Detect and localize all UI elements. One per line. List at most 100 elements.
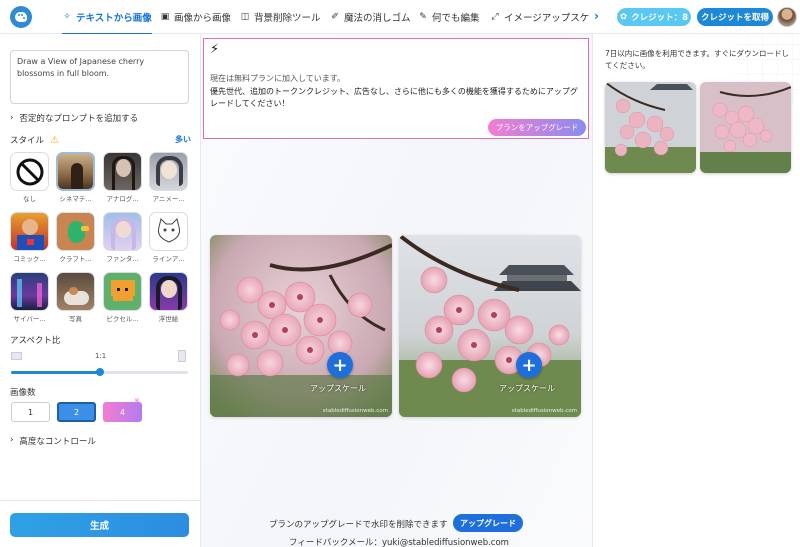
image-icon: ▣ <box>160 12 170 22</box>
avatar[interactable] <box>777 7 797 27</box>
settings-panel: Draw a View of Japanese cherry blossoms … <box>0 34 201 547</box>
eraser-icon: ✐ <box>331 12 339 22</box>
style-thumbnail <box>56 212 95 251</box>
get-credits-button[interactable]: クレジットを取得 <box>697 8 773 26</box>
tab-label: イメージアップスケ <box>504 13 590 24</box>
style-name: ラインア... <box>152 255 185 263</box>
style-name: アナログ... <box>106 195 139 203</box>
style-thumbnail <box>10 272 49 311</box>
prompt-input[interactable]: Draw a View of Japanese cherry blossoms … <box>10 50 189 104</box>
style-option-fantasy[interactable]: ファンタ... <box>103 212 142 263</box>
tab-label: 何でも編集 <box>432 13 480 24</box>
style-thumbnail <box>56 152 95 191</box>
tab-background-remover[interactable]: ◫ 背景削除ツール <box>240 0 321 34</box>
negative-prompt-label: 否定的なプロンプトを追加する <box>19 114 139 124</box>
upscale-plus-button[interactable]: + <box>516 352 542 378</box>
more-styles-link[interactable]: 多い <box>175 134 191 145</box>
advanced-controls-toggle[interactable]: › 高度なコントロール <box>10 435 96 447</box>
negative-prompt-toggle[interactable]: › 否定的なプロンプトを追加する <box>10 112 138 124</box>
style-option-pixel[interactable]: ピクセル... <box>103 272 142 323</box>
style-thumbnail <box>10 212 49 251</box>
upscale-plus-button[interactable]: + <box>327 352 353 378</box>
style-option-comic[interactable]: コミック... <box>10 212 49 263</box>
top-navigation-bar: ✧ テキストから画像 ▣ 画像から画像 ◫ 背景削除ツール ✐ 魔法の消しゴム … <box>0 0 800 34</box>
generated-image-2[interactable]: + アップスケール stablediffusionweb.com <box>399 235 581 417</box>
history-image-1[interactable] <box>605 82 696 173</box>
magic-wand-icon: ✧ <box>63 12 71 22</box>
history-image-2[interactable] <box>700 82 791 173</box>
tool-tabs: ✧ テキストから画像 ▣ 画像から画像 ◫ 背景削除ツール ✐ 魔法の消しゴム … <box>56 0 594 34</box>
slider-handle[interactable] <box>95 368 104 376</box>
aspect-ratio-value: 1:1 <box>95 352 107 360</box>
generated-image-1[interactable]: + アップスケール stablediffusionweb.com <box>210 235 392 417</box>
tab-image-to-image[interactable]: ▣ 画像から画像 <box>160 0 231 34</box>
upgrade-banner: ⚡ 現在は無料プランに加入しています。 優先世代、追加のトークンクレジット、広告… <box>203 38 589 139</box>
style-thumbnail <box>103 152 142 191</box>
style-option-photo[interactable]: 写真 <box>56 272 95 323</box>
image-count-2-button[interactable]: 2 <box>57 402 96 422</box>
slider-fill <box>11 371 100 374</box>
style-label: スタイル <box>10 136 45 146</box>
warning-icon: ⚠ <box>50 134 59 146</box>
style-name: 写真 <box>69 315 82 323</box>
history-thumbnail <box>605 82 696 173</box>
style-option-ukiyoe[interactable]: 浮世絵 <box>149 272 188 323</box>
credits-badge[interactable]: ✿ クレジット：8 <box>617 8 691 26</box>
lightning-icon: ⚡ <box>210 42 220 57</box>
style-name: ファンタ... <box>106 255 139 263</box>
portrait-ratio-icon <box>178 350 186 362</box>
count-value: 4 <box>119 407 126 417</box>
no-style-icon <box>10 152 49 191</box>
style-option-craft[interactable]: クラフト... <box>56 212 95 263</box>
chevron-right-icon: › <box>10 113 14 123</box>
style-heading: スタイル ⚠ <box>10 134 59 147</box>
watermark-upgrade-button[interactable]: アップグレード <box>453 514 523 532</box>
chevron-right-icon[interactable]: › <box>594 9 599 23</box>
style-name: なし <box>23 195 36 203</box>
history-thumbnail <box>700 82 791 173</box>
tab-label: 背景削除ツール <box>254 13 321 24</box>
aspect-ratio-label: アスペクト比 <box>10 336 61 346</box>
style-option-cinematic[interactable]: シネマテ... <box>56 152 95 203</box>
history-retention-note: 7日以内に画像を利用できます。すぐにダウンロードしてください。 <box>605 49 790 70</box>
tab-text-to-image[interactable]: ✧ テキストから画像 <box>62 0 152 34</box>
tab-label: 魔法の消しゴム <box>344 13 411 24</box>
image-count-label: 画像数 <box>10 388 36 398</box>
aspect-ratio-slider[interactable] <box>11 368 188 376</box>
tab-label: テキストから画像 <box>76 13 152 24</box>
style-option-analog[interactable]: アナログ... <box>103 152 142 203</box>
tab-magic-eraser[interactable]: ✐ 魔法の消しゴム <box>330 0 411 34</box>
style-thumbnail <box>103 272 142 311</box>
advanced-controls-label: 高度なコントロール <box>19 437 96 447</box>
style-name: 浮世絵 <box>158 315 179 323</box>
tab-image-upscaler[interactable]: ⤢ イメージアップスケ <box>490 0 589 34</box>
history-panel: 7日以内に画像を利用できます。すぐにダウンロードしてください。 <box>592 34 800 547</box>
style-name: アニメー... <box>152 195 185 203</box>
style-name: クラフト... <box>59 255 92 263</box>
crown-icon: ♛ <box>133 397 140 405</box>
edit-icon: ✎ <box>419 12 427 22</box>
style-option-line-art[interactable]: ラインア... <box>149 212 188 263</box>
plan-status-text: 現在は無料プランに加入しています。 <box>210 74 345 83</box>
image-count-1-button[interactable]: 1 <box>11 402 50 422</box>
coin-icon: ✿ <box>619 12 628 22</box>
credits-label: クレジット：8 <box>631 13 689 23</box>
image-count-4-button[interactable]: 4 ♛ <box>103 397 142 422</box>
style-thumbnail <box>56 272 95 311</box>
style-option-anime[interactable]: アニメー... <box>149 152 188 203</box>
style-thumbnail <box>149 212 188 251</box>
upscale-label: アップスケール <box>310 384 366 393</box>
style-option-cyberpunk[interactable]: サイバー... <box>10 272 49 323</box>
upscale-label: アップスケール <box>499 384 555 393</box>
style-option-none[interactable]: なし <box>10 152 49 203</box>
style-thumbnail <box>149 152 188 191</box>
generate-button[interactable]: 生成 <box>10 513 189 537</box>
layers-icon: ◫ <box>240 12 250 22</box>
tab-edit-anything[interactable]: ✎ 何でも編集 <box>418 0 480 34</box>
chevron-right-icon: › <box>10 435 14 445</box>
watermark-text: stablediffusionweb.com <box>322 408 388 414</box>
style-name: サイバー... <box>13 315 46 323</box>
logo-palette-icon[interactable] <box>10 6 32 28</box>
feedback-email[interactable]: フィードバックメール：yuki@stablediffusionweb.com <box>289 536 509 547</box>
upgrade-plan-button[interactable]: プランをアップグレード <box>488 119 586 136</box>
